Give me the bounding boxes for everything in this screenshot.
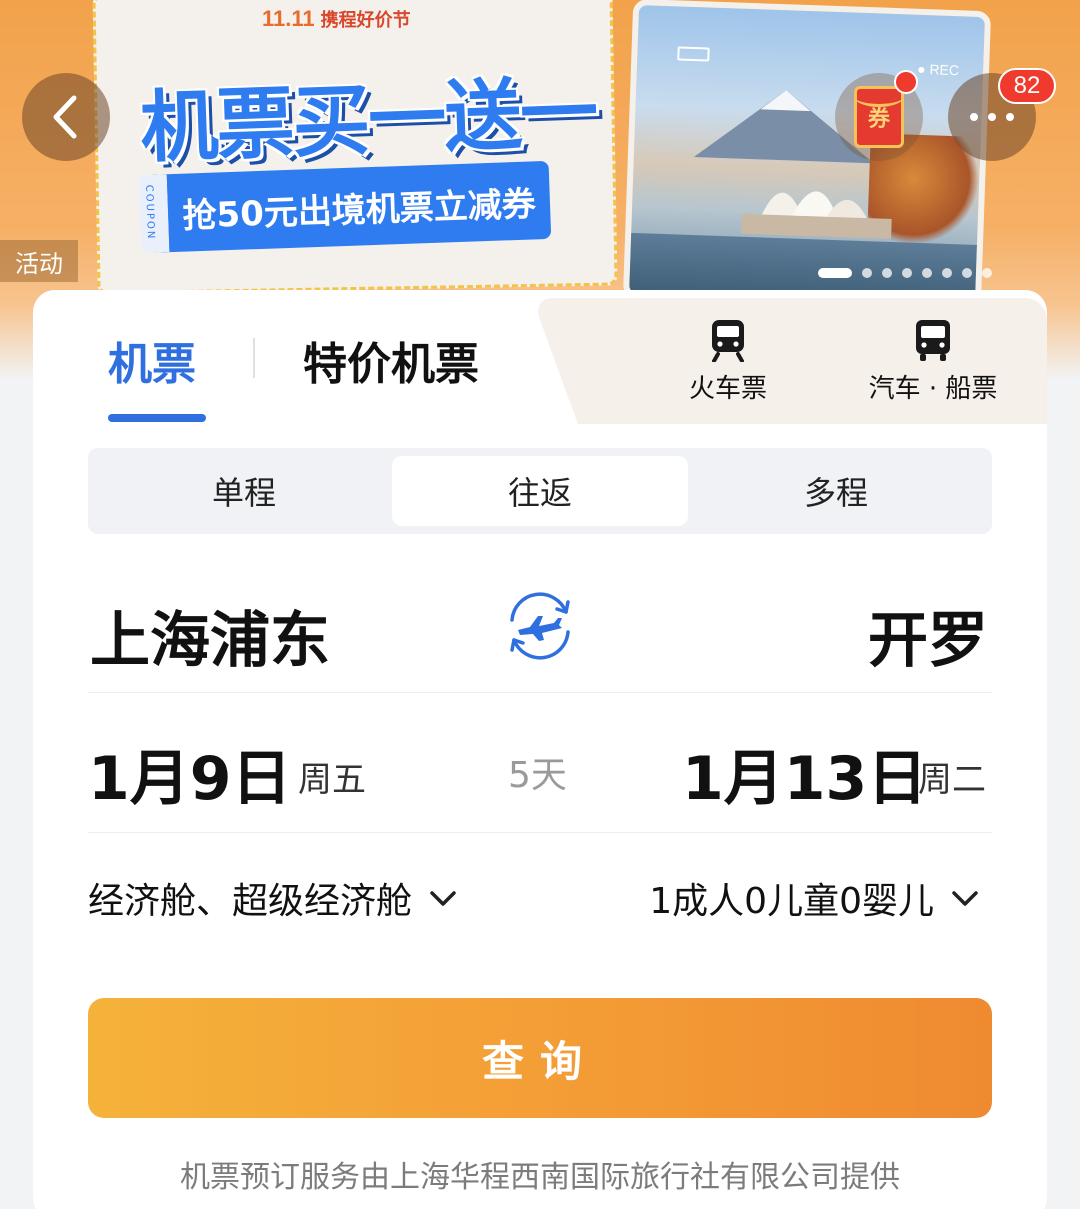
passenger-count-value: 1成人0儿童0婴儿 — [649, 881, 934, 922]
carousel-dot — [902, 268, 912, 278]
active-tab-indicator — [108, 414, 206, 422]
cabin-class-selector[interactable]: 经济舱、超级经济舱 — [88, 872, 460, 924]
bus-icon — [916, 320, 950, 361]
return-weekday: 周二 — [918, 760, 986, 800]
carousel-dot — [922, 268, 932, 278]
passenger-selector[interactable]: 1成人0儿童0婴儿 — [649, 872, 982, 924]
carousel-dot — [818, 268, 852, 278]
trip-type-roundtrip[interactable]: 往返 — [392, 456, 688, 526]
banner-photo: ● REC — [622, 0, 992, 312]
chevron-down-icon — [952, 891, 978, 906]
coupon-tag: COUPON — [143, 184, 157, 241]
tab-train-label: 火车票 — [688, 374, 767, 404]
snow-cap-shape — [760, 89, 812, 112]
chevron-left-icon — [53, 95, 77, 139]
banner-coupon-text: 抢50元出境机票立减券 — [181, 183, 537, 237]
message-count-badge: 82 — [998, 68, 1056, 104]
divider — [88, 692, 992, 693]
tab-flight[interactable]: 机票 — [108, 328, 196, 392]
festival-name: 携程好价节 — [320, 10, 411, 30]
carousel-dot — [882, 268, 892, 278]
search-button[interactable]: 查询 — [88, 998, 992, 1118]
divider — [88, 832, 992, 833]
coupon-icon-label: 券 — [867, 107, 890, 132]
tab-divider — [253, 338, 255, 378]
chevron-down-icon — [430, 891, 456, 906]
back-button[interactable] — [22, 73, 110, 161]
departure-date[interactable]: 1月9日 — [88, 730, 292, 817]
arrival-city[interactable]: 开罗 — [868, 592, 988, 679]
tab-bus-ship[interactable]: 汽车 · 船票 — [866, 318, 1000, 405]
activity-label: 活动 — [0, 240, 78, 282]
carousel-indicator — [818, 268, 992, 278]
cabin-class-value: 经济舱、超级经济舱 — [88, 881, 413, 922]
carousel-dot — [942, 268, 952, 278]
carousel-dot — [862, 268, 872, 278]
tab-bus-ship-label: 汽车 · 船票 — [868, 374, 998, 404]
rec-label: ● REC — [916, 60, 960, 79]
banner-coupon: COUPON 抢50元出境机票立减券 — [138, 160, 552, 254]
trip-type-oneway[interactable]: 单程 — [96, 456, 392, 526]
train-icon — [712, 320, 744, 362]
more-icon — [970, 113, 1014, 121]
departure-city[interactable]: 上海浦东 — [90, 592, 330, 679]
festival-number: 11.11 — [262, 6, 315, 31]
carousel-dot — [982, 268, 992, 278]
swap-cities-icon[interactable] — [500, 586, 580, 666]
banner-title: 机票买一送一 — [138, 68, 598, 174]
trip-type-selector: 单程 往返 多程 — [88, 448, 992, 534]
festival-logo: 11.11 携程好价节 — [262, 6, 411, 32]
departure-weekday: 周五 — [298, 760, 366, 800]
tab-special-flight[interactable]: 特价机票 — [303, 328, 479, 392]
red-packet-icon: 券 — [854, 86, 904, 148]
carousel-dot — [962, 268, 972, 278]
trip-duration: 5天 — [508, 755, 567, 796]
service-provider-note: 机票预订服务由上海华程西南国际旅行社有限公司提供 — [180, 1160, 900, 1195]
return-date[interactable]: 1月13日 — [682, 730, 927, 817]
tab-train[interactable]: 火车票 — [684, 318, 772, 405]
trip-type-multi[interactable]: 多程 — [688, 456, 984, 526]
opera-house-icon — [741, 191, 892, 239]
notification-dot — [894, 70, 918, 94]
battery-icon — [677, 46, 710, 62]
